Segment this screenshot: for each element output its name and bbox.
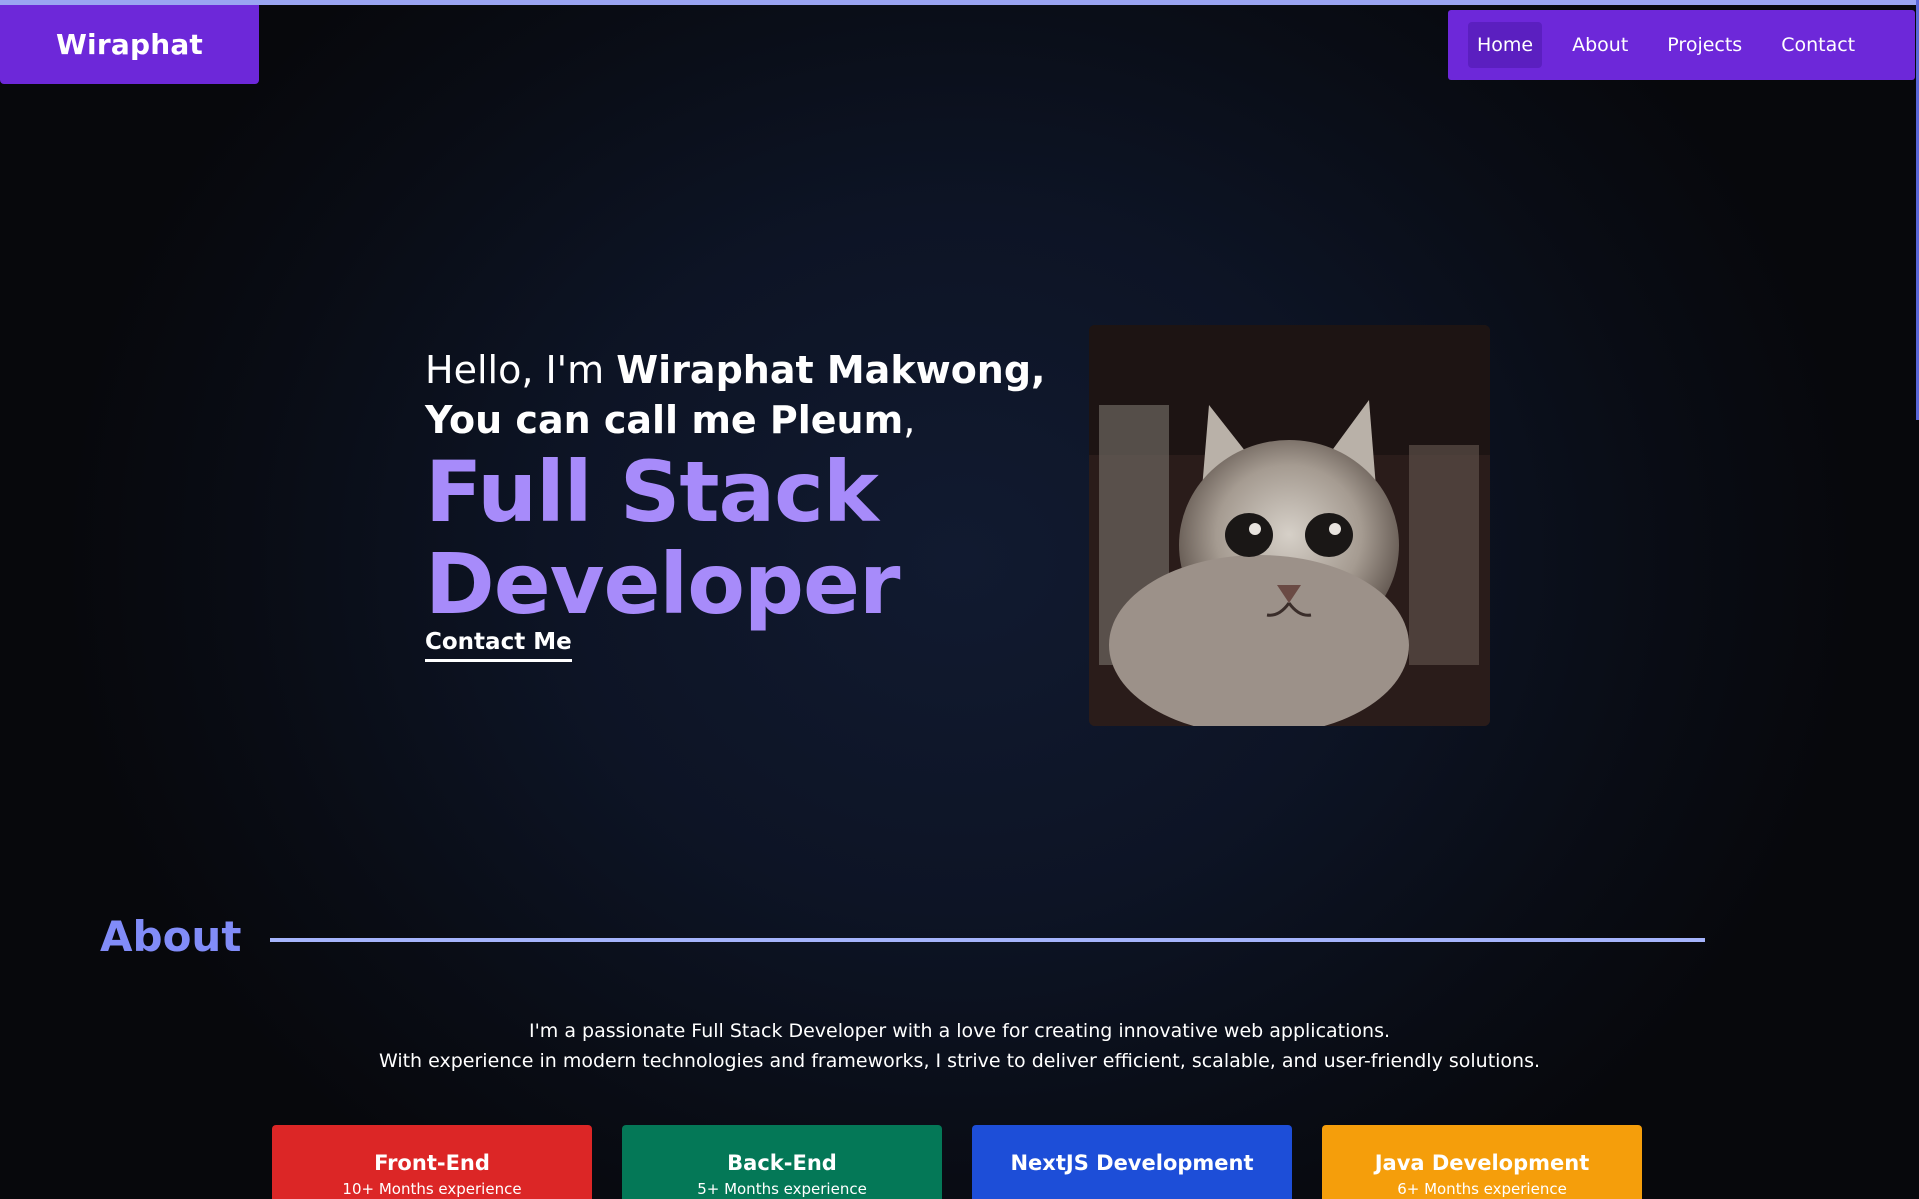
about-heading: About [100, 912, 242, 961]
nav-item-contact[interactable]: Contact [1772, 22, 1864, 68]
hero-greeting-line: Hello, I'm Wiraphat Makwong, [425, 345, 1046, 395]
skill-card-subtitle: 10+ Months experience [342, 1180, 522, 1198]
hero-section: Hello, I'm Wiraphat Makwong, You can cal… [425, 345, 1046, 662]
skill-card-title: Java Development [1374, 1151, 1590, 1175]
cat-photo-icon [1089, 325, 1490, 726]
skill-card-title: Back-End [727, 1151, 837, 1175]
hero-nickname-comma: , [903, 398, 916, 442]
brand-logo[interactable]: Wiraphat [0, 5, 259, 84]
skill-card-java[interactable]: Java Development 6+ Months experience [1322, 1125, 1642, 1199]
about-divider [270, 938, 1705, 942]
contact-me-link[interactable]: Contact Me [425, 629, 572, 662]
main-nav: Home About Projects Contact [1448, 10, 1915, 80]
skill-cards: Front-End 10+ Months experience Back-End… [272, 1125, 1642, 1199]
skill-card-backend[interactable]: Back-End 5+ Months experience [622, 1125, 942, 1199]
hero-name: Wiraphat Makwong, [616, 348, 1046, 392]
hero-role-line2: Developer [425, 535, 900, 633]
about-description-line1: I'm a passionate Full Stack Developer wi… [528, 1020, 1391, 1042]
hero-greeting: Hello, I'm [425, 348, 605, 392]
skill-card-subtitle: 6+ Months experience [1397, 1180, 1567, 1198]
about-description-line2: With experience in modern technologies a… [378, 1050, 1541, 1072]
about-description: I'm a passionate Full Stack Developer wi… [0, 1016, 1919, 1076]
hero-nickname-line: You can call me Pleum, [425, 395, 1045, 445]
nav-item-home[interactable]: Home [1468, 22, 1543, 68]
portfolio-page: Wiraphat Home About Projects Contact Hel… [0, 0, 1919, 1199]
skill-card-nextjs[interactable]: NextJS Development [972, 1125, 1292, 1199]
top-accent-strip [0, 0, 1919, 5]
nav-item-about[interactable]: About [1563, 22, 1637, 68]
skill-card-subtitle: 5+ Months experience [697, 1180, 867, 1198]
hero-nickname: You can call me Pleum [425, 398, 904, 442]
nav-item-projects[interactable]: Projects [1658, 22, 1751, 68]
skill-card-frontend[interactable]: Front-End 10+ Months experience [272, 1125, 592, 1199]
skill-card-title: NextJS Development [1010, 1151, 1254, 1175]
skill-card-title: Front-End [374, 1151, 490, 1175]
profile-photo [1089, 325, 1490, 726]
hero-role-line1: Full Stack [425, 443, 879, 541]
brand-name: Wiraphat [55, 28, 204, 61]
